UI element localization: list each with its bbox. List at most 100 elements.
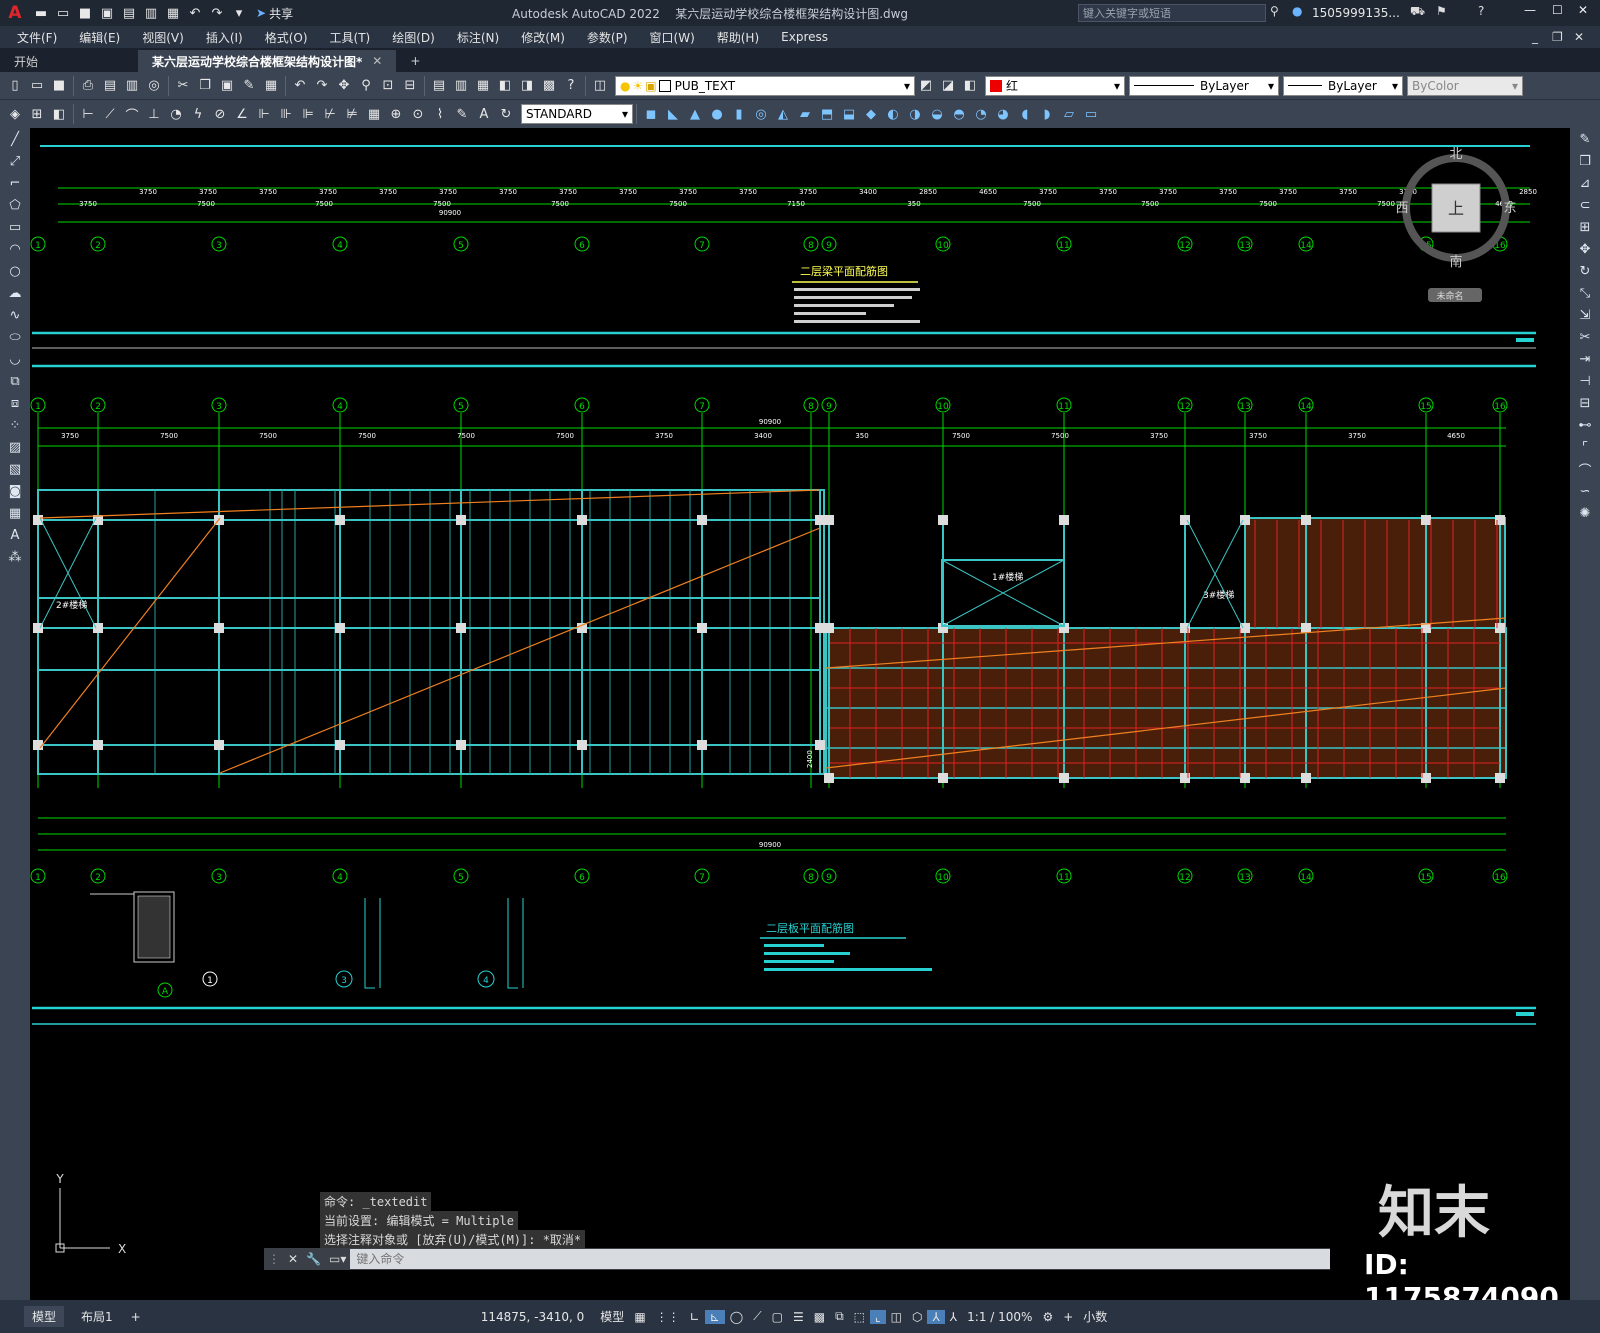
open-icon[interactable]: ▭ [53,3,73,23]
menu-modify[interactable]: 修改(M) [510,29,576,46]
polar-icon[interactable]: ⊾ [704,1309,725,1324]
command-customize-icon[interactable]: 🔧 [302,1252,325,1266]
erase-icon[interactable]: ✎ [1572,128,1598,150]
arc-dim-icon[interactable]: ⌒ [122,104,142,124]
menu-edit[interactable]: 编辑(E) [68,29,131,46]
menu-parametric[interactable]: 参数(P) [576,29,639,46]
wedge-icon[interactable]: ◣ [663,104,683,124]
polysolid-icon[interactable]: ▰ [795,104,815,124]
arc-icon[interactable]: ◠ [2,238,28,260]
maximize-icon[interactable]: ☐ [1552,3,1563,17]
save-as-icon[interactable]: ▣ [97,3,117,23]
ellipse-icon[interactable]: ⬭ [2,326,28,348]
auto-scale-icon[interactable]: ⅄ [945,1310,962,1324]
scale-icon[interactable]: ⤡ [1572,282,1598,304]
lineweight-dropdown[interactable]: ByLayer ▾ [1283,75,1403,96]
trim-icon[interactable]: ✂ [1572,326,1598,348]
object-snap-tracking-icon[interactable]: ⟋ [748,1309,766,1324]
dropdown-icon[interactable]: ▾ [229,3,249,23]
line-icon[interactable]: ╱ [2,128,28,150]
grid-icon[interactable]: ▦ [629,1310,650,1324]
tab-start[interactable]: 开始 [0,50,138,72]
sweep-icon[interactable]: ◆ [861,104,881,124]
menu-view[interactable]: 视图(V) [131,29,195,46]
preview-icon[interactable]: ▤ [100,76,120,96]
menu-file[interactable]: 文件(F) [6,29,68,46]
3d-osnap-icon[interactable]: ⬚ [849,1310,870,1324]
blend-curves-icon[interactable]: ∽ [1572,480,1598,502]
dim-update-icon[interactable]: ↻ [496,104,516,124]
annotation-scale[interactable]: 1:1 / 100% [962,1310,1037,1324]
cart-icon[interactable]: ⛟ [1410,4,1425,20]
hatch-icon[interactable]: ▨ [2,436,28,458]
quick-dim-icon[interactable]: ⊞ [27,104,47,124]
undo-icon[interactable]: ↶ [185,3,205,23]
autodesk-app-icon[interactable]: ⚑ [1436,4,1447,18]
redo-icon[interactable]: ↷ [207,3,227,23]
print-icon[interactable]: ⎙ [78,76,98,96]
pyramid-icon[interactable]: ◭ [773,104,793,124]
annotation-monitor-icon[interactable]: + [1058,1310,1078,1324]
layer-manager-icon[interactable]: ◫ [590,76,610,96]
dim-break-icon[interactable]: ⊭ [342,104,362,124]
quick-dimension-icon[interactable]: ⊩ [254,104,274,124]
revision-cloud-icon[interactable]: ☁ [2,282,28,304]
polygon-icon[interactable]: ⬠ [2,194,28,216]
drawing-svg[interactable]: 1 2 3 4 5 6 7 8 9 10 11 12 13 14 15 16 3750 3750 3750 3750… [30,128,1570,1300]
viewcube-ucs-menu[interactable]: 未命名 [1436,290,1463,302]
intersect-icon[interactable]: ◔ [971,104,991,124]
spline-icon[interactable]: ∿ [2,304,28,326]
open-file-icon[interactable]: ▭ [27,76,47,96]
union-icon[interactable]: ◒ [927,104,947,124]
angular-dim-icon[interactable]: ∠ [232,104,252,124]
tolerance-icon[interactable]: ▦ [364,104,384,124]
properties-icon[interactable]: ▤ [429,76,449,96]
linetype-dropdown[interactable]: ByLayer ▾ [1129,75,1279,96]
isodraft-icon[interactable]: ◯ [725,1310,748,1324]
dynamic-ucs-icon[interactable]: ⌞ [870,1309,886,1324]
ortho-icon[interactable]: ∟ [685,1310,705,1324]
chamfer-icon[interactable]: ⌜ [1572,436,1598,458]
new-file-icon[interactable]: ▯ [5,76,25,96]
presspull-icon[interactable]: ⬓ [839,104,859,124]
join-icon[interactable]: ⊷ [1572,414,1598,436]
snap-icon[interactable]: ⋮⋮ [651,1310,685,1324]
table-icon[interactable]: ▦ [2,502,28,524]
break-at-point-icon[interactable]: ⊣ [1572,370,1598,392]
center-mark-icon[interactable]: ⊕ [386,104,406,124]
help-icon[interactable]: ? [1478,4,1484,18]
cone-icon[interactable]: ▲ [685,104,705,124]
stretch-icon[interactable]: ⇲ [1572,304,1598,326]
selection-filter-icon[interactable]: ◫ [886,1310,907,1324]
layout-tab-1[interactable]: 布局1 [76,1308,118,1325]
thicken-icon[interactable]: ◖ [1015,104,1035,124]
box-icon[interactable]: ◼ [641,104,661,124]
drawing-canvas[interactable]: 1 2 3 4 5 6 7 8 9 10 11 12 13 14 15 16 3750 3750 3750 3750… [30,128,1570,1314]
help-toolbar-icon[interactable]: ? [561,76,581,96]
sphere-icon[interactable]: ● [707,104,727,124]
radius-dim-icon[interactable]: ◔ [166,104,186,124]
menu-tools[interactable]: 工具(T) [319,29,382,46]
ellipse-arc-icon[interactable]: ◡ [2,348,28,370]
undo-toolbar-icon[interactable]: ↶ [290,76,310,96]
break-icon[interactable]: ⊟ [1572,392,1598,414]
coordinates[interactable]: 114875, -3410, 0 [476,1310,590,1324]
block-editor-icon[interactable]: ▦ [261,76,281,96]
copy-object-icon[interactable]: ❐ [1572,150,1598,172]
zoom-realtime-icon[interactable]: ⚲ [356,76,376,96]
extend-icon[interactable]: ⇥ [1572,348,1598,370]
baseline-dim-icon[interactable]: ⊪ [276,104,296,124]
section-plane-icon[interactable]: ▱ [1059,104,1079,124]
copy-icon[interactable]: ❐ [195,76,215,96]
mtext-icon[interactable]: A [2,524,28,546]
diameter-dim-icon[interactable]: ⊘ [210,104,230,124]
array-icon[interactable]: ⊞ [1572,216,1598,238]
transparency-icon[interactable]: ▩ [809,1310,830,1324]
pan-icon[interactable]: ✥ [334,76,354,96]
new-tab-icon[interactable]: + [396,50,434,72]
jogged-linear-icon[interactable]: ⌇ [430,104,450,124]
dim-text-edit-icon[interactable]: A [474,104,494,124]
close-icon[interactable]: ✕ [1578,3,1588,17]
add-layout-icon[interactable]: + [126,1310,146,1324]
units[interactable]: 小数 [1078,1308,1112,1325]
